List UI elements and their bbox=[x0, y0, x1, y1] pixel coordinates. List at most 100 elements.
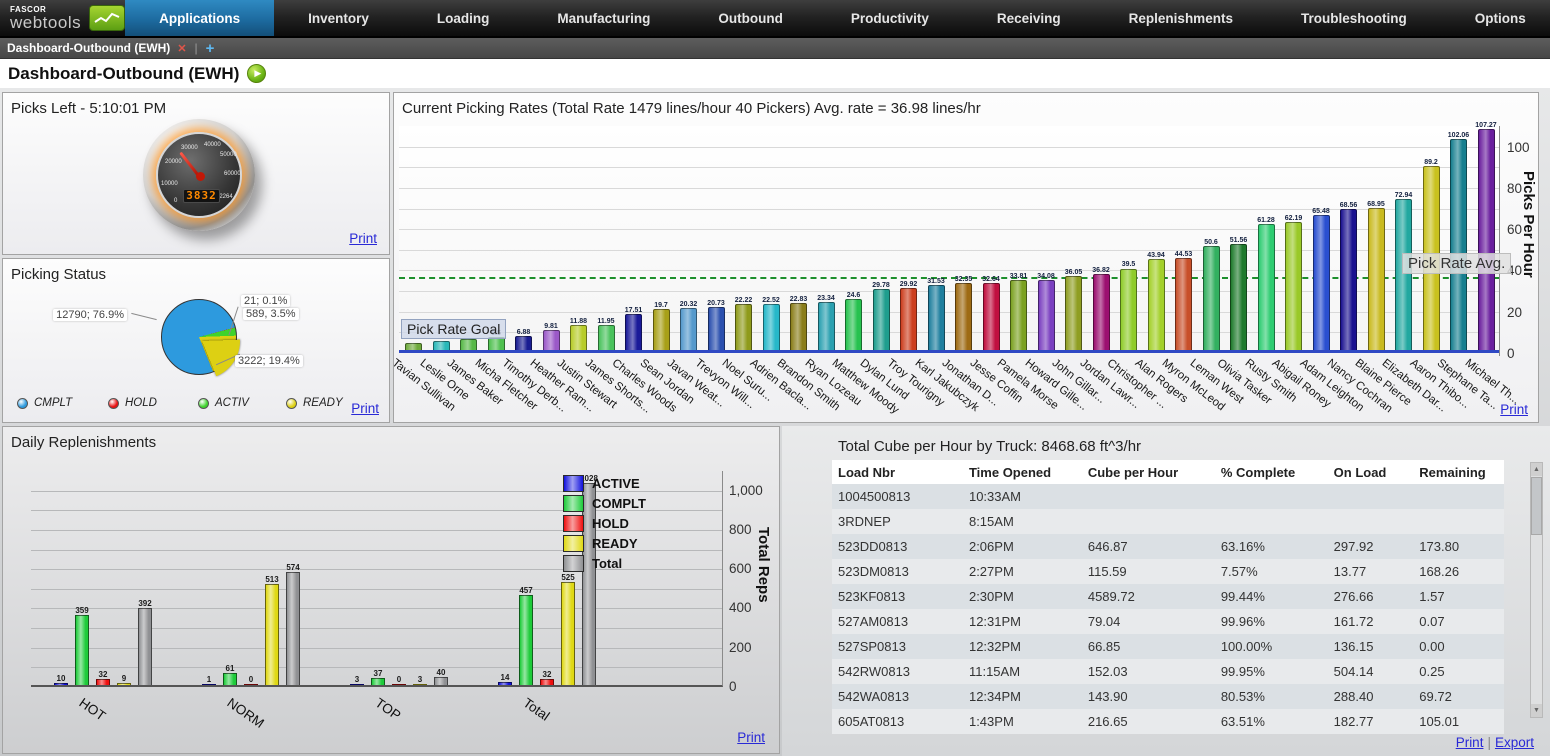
nav-item-options[interactable]: Options bbox=[1441, 0, 1550, 36]
table-cell: 523DM0813 bbox=[832, 559, 963, 584]
column-header[interactable]: % Complete bbox=[1214, 460, 1328, 484]
table-row[interactable]: 527SP0813 12:32PM 66.85 100.00% 136.15 0.00 bbox=[832, 634, 1504, 659]
nav-item-loading[interactable]: Loading bbox=[403, 0, 524, 36]
replen-category-label: NORM bbox=[224, 695, 267, 731]
legend-label: ACTIV bbox=[215, 397, 249, 409]
table-row[interactable]: 523DD0813 2:06PM 646.87 63.16% 297.92 173.80 bbox=[832, 534, 1504, 559]
picker-bar-value: 51.56 bbox=[1229, 236, 1248, 244]
legend-dot-ready bbox=[286, 397, 297, 409]
table-cell: 13.77 bbox=[1327, 559, 1414, 584]
nav-item-replenishments[interactable]: Replenishments bbox=[1095, 0, 1267, 36]
picker-bar bbox=[1285, 221, 1302, 350]
nav-item-troubleshooting[interactable]: Troubleshooting bbox=[1267, 0, 1441, 36]
picker-bar bbox=[460, 339, 477, 350]
nav-item-inventory[interactable]: Inventory bbox=[274, 0, 403, 36]
picker-bar bbox=[1147, 259, 1165, 350]
table-cell: 8:15AM bbox=[962, 509, 1082, 534]
table-cell bbox=[1214, 484, 1328, 509]
column-header[interactable]: Cube per Hour bbox=[1081, 460, 1215, 484]
nav-item-outbound[interactable]: Outbound bbox=[684, 0, 816, 36]
picker-bar bbox=[1395, 199, 1412, 350]
picker-bar-value: 24.6 bbox=[846, 292, 861, 300]
nav-item-manufacturing[interactable]: Manufacturing bbox=[523, 0, 684, 36]
table-row[interactable]: 1004500813 10:33AM bbox=[832, 484, 1504, 509]
scrollbar-thumb[interactable] bbox=[1531, 477, 1542, 535]
nav-item-applications[interactable]: Applications bbox=[125, 0, 275, 36]
picker-bar bbox=[955, 283, 972, 350]
column-header[interactable]: Time Opened bbox=[962, 460, 1082, 484]
picking-status-legend: CMPLT HOLD ACTIV READY bbox=[3, 397, 389, 421]
gridline bbox=[399, 229, 1499, 231]
replen-bar-value: 14 bbox=[500, 673, 510, 683]
scroll-up-icon[interactable]: ▲ bbox=[1531, 463, 1542, 476]
tab-close-icon[interactable]: ✕ bbox=[177, 42, 186, 55]
table-cell bbox=[1081, 509, 1215, 534]
table-row[interactable]: 605AT0813 1:43PM 216.65 63.51% 182.77 105.01 bbox=[832, 709, 1504, 734]
legend-label: CMPLT bbox=[34, 397, 73, 409]
tab-dashboard-outbound[interactable]: Dashboard-Outbound (EWH) bbox=[7, 41, 170, 55]
table-cell: 105.01 bbox=[1413, 709, 1504, 734]
table-row[interactable]: 527AM0813 12:31PM 79.04 99.96% 161.72 0.07 bbox=[832, 609, 1504, 634]
nav-item-productivity[interactable]: Productivity bbox=[817, 0, 963, 36]
picker-bar bbox=[900, 288, 917, 350]
legend-item-activ: ACTIV bbox=[198, 397, 249, 409]
column-header[interactable]: Load Nbr bbox=[832, 460, 963, 484]
replen-bar-value: 10 bbox=[56, 674, 66, 684]
replen-bar-active bbox=[498, 682, 512, 685]
play-icon[interactable]: ▶ bbox=[247, 64, 267, 83]
picker-bar bbox=[432, 340, 450, 350]
gridline bbox=[399, 311, 1499, 313]
column-header[interactable]: On Load bbox=[1327, 460, 1414, 484]
table-cell: 4589.72 bbox=[1081, 584, 1215, 609]
table-print-link[interactable]: Print bbox=[1456, 735, 1484, 750]
picker-bar bbox=[570, 325, 587, 350]
replen-bar-hold bbox=[392, 684, 406, 685]
picker-bar-value: 102.06 bbox=[1447, 132, 1470, 140]
replen-bar-active bbox=[350, 684, 364, 685]
table-row[interactable]: 523KF0813 2:30PM 4589.72 99.44% 276.66 1.57 bbox=[832, 584, 1504, 609]
top-nav-bar: FASCOR webtools Applications Inventory Loa… bbox=[0, 0, 1550, 38]
daily-replenishments-y-axis-label: Total Reps bbox=[755, 527, 772, 603]
nav-item-receiving[interactable]: Receiving bbox=[963, 0, 1095, 36]
table-cell: 69.72 bbox=[1413, 684, 1504, 709]
scroll-down-icon[interactable]: ▼ bbox=[1531, 704, 1542, 717]
page-title: Dashboard-Outbound (EWH) bbox=[8, 63, 240, 83]
gauge-tick-label: 30000 bbox=[181, 145, 198, 151]
table-row[interactable]: 542RW0813 11:15AM 152.03 99.95% 504.14 0.25 bbox=[832, 659, 1504, 684]
replen-bar-value: 574 bbox=[286, 563, 300, 573]
column-header[interactable]: Remaining bbox=[1413, 460, 1504, 484]
table-cell: 11:15AM bbox=[962, 659, 1082, 684]
picking-rates-print-link[interactable]: Print bbox=[1500, 402, 1528, 417]
table-cell: 12:31PM bbox=[962, 609, 1082, 634]
picker-bar bbox=[1037, 279, 1055, 350]
picker-bar bbox=[1450, 139, 1467, 350]
legend-swatch-complt bbox=[563, 494, 584, 512]
picker-bar bbox=[1065, 275, 1082, 350]
table-cell: 0.07 bbox=[1413, 609, 1504, 634]
table-export-link[interactable]: Export bbox=[1495, 735, 1534, 750]
legend-item-complt: COMPLT bbox=[563, 493, 646, 513]
add-tab-icon[interactable]: + bbox=[206, 40, 215, 57]
brand-text: FASCOR webtools bbox=[10, 5, 81, 31]
table-cell: 523DD0813 bbox=[832, 534, 963, 559]
table-scrollbar[interactable]: ▲ ▼ bbox=[1530, 462, 1543, 718]
table-cell: 1:43PM bbox=[962, 709, 1082, 734]
table-cell: 3RDNEP bbox=[832, 509, 963, 534]
replen-bar-value: 40 bbox=[436, 668, 446, 678]
y-axis-tick: 400 bbox=[729, 600, 752, 616]
daily-replenishments-print-link[interactable]: Print bbox=[737, 730, 765, 745]
table-cell: 1004500813 bbox=[832, 484, 963, 509]
picker-bar bbox=[982, 282, 1000, 350]
table-cell: 100.00% bbox=[1214, 634, 1328, 659]
picker-bar bbox=[1340, 208, 1357, 350]
table-row[interactable]: 542WA0813 12:34PM 143.90 80.53% 288.40 69.72 bbox=[832, 684, 1504, 709]
replen-bar-total bbox=[286, 572, 300, 685]
table-row[interactable]: 3RDNEP 8:15AM bbox=[832, 509, 1504, 534]
picking-status-print-link[interactable]: Print bbox=[351, 401, 379, 416]
gridline bbox=[399, 249, 1499, 251]
picker-bar bbox=[707, 307, 725, 350]
picks-left-print-link[interactable]: Print bbox=[349, 231, 377, 246]
table-row[interactable]: 523DM0813 2:27PM 115.59 7.57% 13.77 168.26 bbox=[832, 559, 1504, 584]
table-cell: 276.66 bbox=[1327, 584, 1414, 609]
picker-bar bbox=[542, 329, 560, 350]
